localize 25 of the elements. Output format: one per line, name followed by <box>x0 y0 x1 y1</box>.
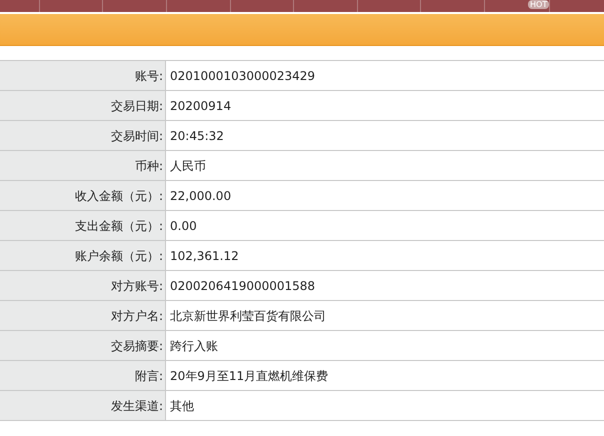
field-label: 账户余额（元）: <box>0 241 166 270</box>
field-value: 人民币 <box>169 158 207 174</box>
field-value: 0200206419000001588 <box>169 278 316 294</box>
field-value: 北京新世界利莹百货有限公司 <box>169 308 327 324</box>
field-label: 发生渠道: <box>0 391 166 420</box>
field-value: 20200914 <box>169 98 232 114</box>
field-label: 收入金额（元）: <box>0 181 166 210</box>
field-label: 支出金额（元）: <box>0 211 166 240</box>
field-label: 交易时间: <box>0 121 166 150</box>
field-value: 20:45:32 <box>169 128 225 144</box>
field-value: 20年9月至11月直燃机维保费 <box>169 368 330 384</box>
field-label: 交易日期: <box>0 91 166 120</box>
field-value: 跨行入账 <box>169 338 219 354</box>
field-label: 对方户名: <box>0 301 166 330</box>
hot-badge: HOT <box>528 0 550 9</box>
field-value: 102,361.12 <box>169 248 240 264</box>
field-label: 账号: <box>0 61 166 90</box>
field-label: 附言: <box>0 361 166 390</box>
field-label: 对方账号: <box>0 271 166 300</box>
field-label: 币种: <box>0 151 166 180</box>
field-value: 0201000103000023429 <box>169 68 316 84</box>
field-value: 其他 <box>169 398 195 414</box>
field-value: 22,000.00 <box>169 188 232 204</box>
field-value: 0.00 <box>169 218 198 234</box>
field-label: 交易摘要: <box>0 331 166 360</box>
